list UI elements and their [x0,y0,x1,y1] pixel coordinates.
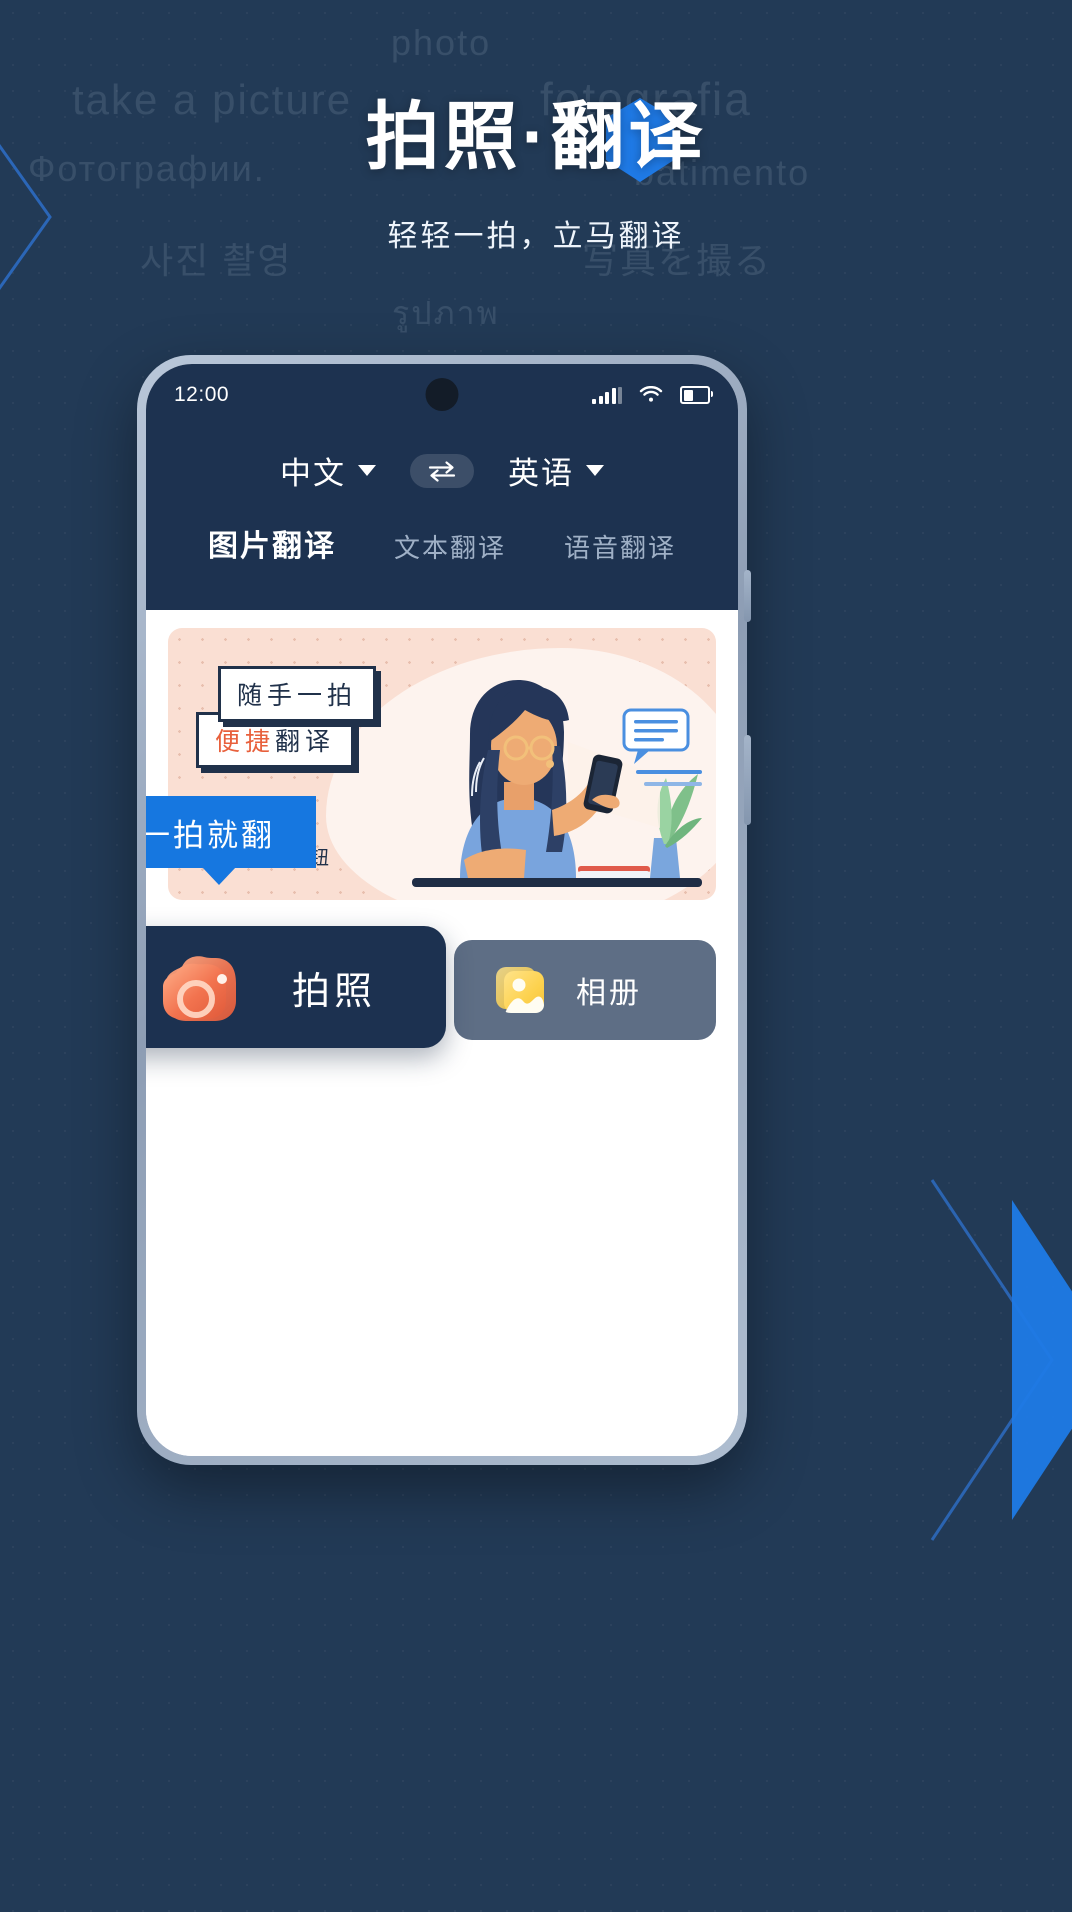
source-language-selector[interactable]: 中文 [280,448,376,493]
tooltip-arrow-icon [202,867,236,885]
target-language-label: 英语 [508,456,574,491]
banner-tag-highlight: 便捷 [215,728,276,756]
front-camera-punch-hole [425,378,459,411]
tooltip-callout: 一拍就翻 [146,796,316,885]
photo-album-icon [488,957,554,1023]
open-album-button[interactable]: 相册 [454,940,716,1040]
chevron-down-icon [358,465,376,476]
phone-power-button [744,735,751,825]
language-selector-bar: 中文 英语 [146,426,738,493]
signal-bars-icon [592,386,622,404]
swap-languages-button[interactable] [410,453,474,488]
open-album-label: 相册 [576,977,642,1010]
source-language-label: 中文 [280,456,346,491]
page-subtitle: 轻轻一拍，立马翻译 [387,220,685,254]
camera-icon [156,939,252,1035]
hero-section: 拍照·翻译 轻轻一拍，立马翻译 [0,96,1072,255]
app-top-bar: 12:00 中文 英语 图片翻译 文本翻译 语音翻译 [146,364,738,610]
page-root: photo take a picture fotografia Фотограф… [0,0,1072,1912]
phone-volume-button [744,570,751,622]
battery-icon [680,386,713,404]
tab-voice-translation[interactable]: 语音翻译 [564,528,676,571]
tab-image-translation[interactable]: 图片翻译 [208,521,336,571]
phone-mockup: 12:00 中文 英语 图片翻译 文本翻译 语音翻译 随手一拍 便捷翻译 拍照 … [137,355,751,1465]
banner-tag-rest: 翻译 [275,728,336,756]
background-word: รูปภาพ [392,295,500,331]
background-word: photo [391,22,492,63]
tab-text-translation[interactable]: 文本翻译 [394,528,506,571]
chevron-down-icon [586,465,604,476]
banner-tag-top: 随手一拍 [218,666,377,722]
status-bar: 12:00 [146,364,738,426]
swap-arrows-icon [428,460,456,482]
translation-mode-tabs: 图片翻译 文本翻译 语音翻译 [146,493,738,571]
woman-with-phone-illustration [412,680,702,887]
decorative-chevron-right [902,1160,1072,1560]
phone-screen: 12:00 中文 英语 图片翻译 文本翻译 语音翻译 随手一拍 便捷翻译 拍照 … [146,364,738,1456]
tooltip-text: 一拍就翻 [146,817,275,853]
take-photo-label: 拍照 [292,970,377,1013]
wifi-icon [639,386,663,402]
target-language-selector[interactable]: 英语 [508,448,604,493]
take-photo-button[interactable]: 拍照 [146,926,446,1048]
status-bar-clock: 12:00 [174,383,230,406]
app-content-area: 随手一拍 便捷翻译 安钮 [146,610,738,1456]
page-title: 拍照·翻译 [365,95,707,178]
status-bar-icons [592,386,713,404]
